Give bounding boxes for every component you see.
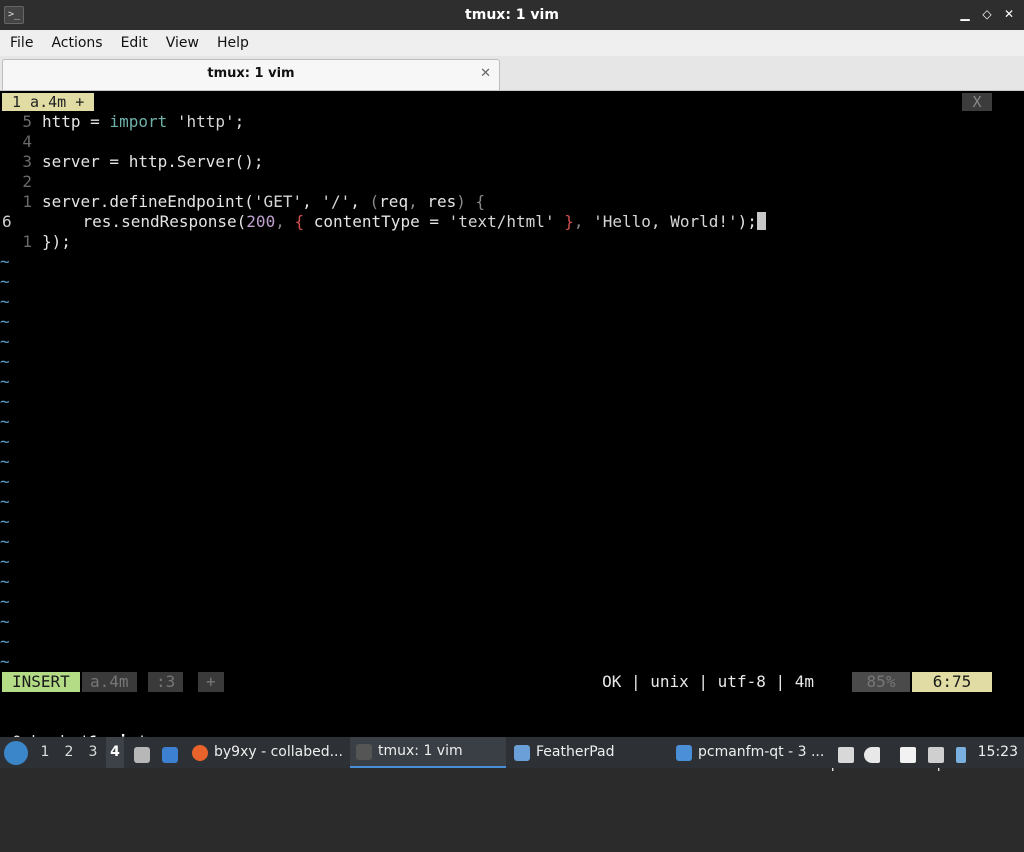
task-label: pcmanfm-qt - 3 ... xyxy=(698,744,825,760)
vim-tabline[interactable]: 1 a.4m + xyxy=(2,93,95,111)
vim-mode: INSERT xyxy=(2,672,80,692)
empty-line-tilde: ~ xyxy=(0,472,10,491)
vim-status-percent: 85% xyxy=(852,672,910,692)
task-label: FeatherPad xyxy=(536,744,615,760)
tab-tmux-vim[interactable]: tmux: 1 vim ✕ xyxy=(2,59,500,90)
empty-line-tilde: ~ xyxy=(0,292,10,311)
minimize-icon[interactable]: ▁ xyxy=(958,7,972,21)
vim-tab-close[interactable]: X xyxy=(962,93,992,111)
empty-line-tilde: ~ xyxy=(0,332,10,351)
vim-statusline: INSERT a.4m :3 + OK | unix | utf-8 | 4m … xyxy=(0,672,1024,692)
tab-close-icon[interactable]: ✕ xyxy=(480,66,491,81)
empty-line-tilde: ~ xyxy=(0,392,10,411)
taskbar: 1 2 3 4 by9xy - collabed... tmux: 1 vim … xyxy=(0,737,1024,768)
vim-status-info: OK | unix | utf-8 | 4m xyxy=(602,672,814,691)
firefox-icon xyxy=(192,744,208,761)
task-firefox[interactable]: by9xy - collabed... xyxy=(192,737,348,768)
task-label: by9xy - collabed... xyxy=(214,744,343,760)
line-number: 1 xyxy=(22,232,32,251)
task-label: tmux: 1 vim xyxy=(378,743,463,759)
empty-line-tilde: ~ xyxy=(0,572,10,591)
workspace-4[interactable]: 4 xyxy=(106,737,124,768)
vim-status-modified: + xyxy=(198,672,224,692)
terminal-icon xyxy=(356,743,372,760)
empty-line-tilde: ~ xyxy=(0,452,10,471)
code-line[interactable]: 5 http = import 'http'; xyxy=(0,112,244,132)
empty-line-tilde: ~ xyxy=(0,352,10,371)
close-icon[interactable]: ✕ xyxy=(1002,7,1016,21)
empty-line-tilde: ~ xyxy=(0,552,10,571)
code-text: http = import 'http'; xyxy=(42,112,245,131)
empty-line-tilde: ~ xyxy=(0,412,10,431)
text-cursor xyxy=(756,212,766,230)
empty-line-tilde: ~ xyxy=(0,532,10,551)
task-pcmanfm[interactable]: pcmanfm-qt - 3 ... xyxy=(676,737,832,768)
empty-line-tilde: ~ xyxy=(0,512,10,531)
code-line[interactable]: 6 res.sendResponse(200, { contentType = … xyxy=(0,212,766,232)
line-number: 1 xyxy=(22,192,32,211)
code-text: server.defineEndpoint('GET', '/', (req, … xyxy=(42,192,486,211)
menu-view[interactable]: View xyxy=(162,35,207,51)
tray-bluetooth-icon[interactable] xyxy=(956,744,966,775)
tray-notes-icon[interactable] xyxy=(900,744,916,775)
start-menu-icon[interactable] xyxy=(4,741,28,765)
empty-line-tilde: ~ xyxy=(0,272,10,291)
workspace-3[interactable]: 3 xyxy=(84,737,102,768)
vim-status-file: a.4m xyxy=(82,672,137,692)
vim-status-line: :3 xyxy=(148,672,184,692)
empty-line-tilde: ~ xyxy=(0,652,10,671)
tmux-statusbar: 0 bash *1 vim* 0.00 0.04 0.07 | 15:23:01… xyxy=(0,712,1024,771)
window-titlebar: >_ tmux: 1 vim ▁ ◇ ✕ xyxy=(0,0,1024,30)
empty-line-tilde: ~ xyxy=(0,372,10,391)
workspace-1[interactable]: 1 xyxy=(36,737,54,768)
line-number: 2 xyxy=(22,172,32,191)
task-tmux[interactable]: tmux: 1 vim xyxy=(350,737,506,768)
empty-line-tilde: ~ xyxy=(0,612,10,631)
tray-clipboard-icon[interactable] xyxy=(838,744,854,775)
empty-line-tilde: ~ xyxy=(0,492,10,511)
code-text: res.sendResponse(200, { contentType = 't… xyxy=(34,212,766,231)
code-line[interactable]: 2 xyxy=(0,172,42,192)
empty-line-tilde: ~ xyxy=(0,432,10,451)
code-text: }); xyxy=(42,232,71,251)
line-number: 6 xyxy=(2,212,12,231)
menu-file[interactable]: File xyxy=(6,35,41,51)
empty-line-tilde: ~ xyxy=(0,312,10,331)
show-desktop-icon[interactable] xyxy=(162,744,178,775)
line-number: 5 xyxy=(22,112,32,131)
code-text: server = http.Server(); xyxy=(42,152,264,171)
menu-actions[interactable]: Actions xyxy=(47,35,110,51)
line-number: 3 xyxy=(22,152,32,171)
featherpad-icon xyxy=(514,744,530,761)
window-title: tmux: 1 vim xyxy=(465,7,559,23)
workspace-2[interactable]: 2 xyxy=(60,737,78,768)
tray-monitor-icon[interactable] xyxy=(928,744,944,775)
clock[interactable]: 15:23 xyxy=(978,737,1018,768)
maximize-icon[interactable]: ◇ xyxy=(980,7,994,21)
tab-bar: tmux: 1 vim ✕ xyxy=(0,56,1024,91)
menu-help[interactable]: Help xyxy=(213,35,257,51)
code-line[interactable]: 4 xyxy=(0,132,42,152)
empty-line-tilde: ~ xyxy=(0,632,10,651)
code-line[interactable]: 3 server = http.Server(); xyxy=(0,152,264,172)
empty-line-tilde: ~ xyxy=(0,252,10,271)
folder-icon xyxy=(676,744,692,761)
empty-line-tilde: ~ xyxy=(0,592,10,611)
menu-edit[interactable]: Edit xyxy=(117,35,156,51)
menu-bar: File Actions Edit View Help xyxy=(0,30,1024,56)
file-manager-launcher-icon[interactable] xyxy=(134,744,150,775)
vim-status-position: 6:75 xyxy=(912,672,992,692)
terminal-view[interactable]: 1 a.4m + X 5 http = import 'http'; 4 3 serve… xyxy=(0,91,1024,771)
task-featherpad[interactable]: FeatherPad xyxy=(514,737,670,768)
tab-label: tmux: 1 vim xyxy=(207,66,295,81)
code-line[interactable]: 1}); xyxy=(0,232,71,252)
volume-icon[interactable] xyxy=(864,744,880,775)
code-line[interactable]: 1 server.defineEndpoint('GET', '/', (req,… xyxy=(0,192,485,212)
line-number: 4 xyxy=(22,132,32,151)
